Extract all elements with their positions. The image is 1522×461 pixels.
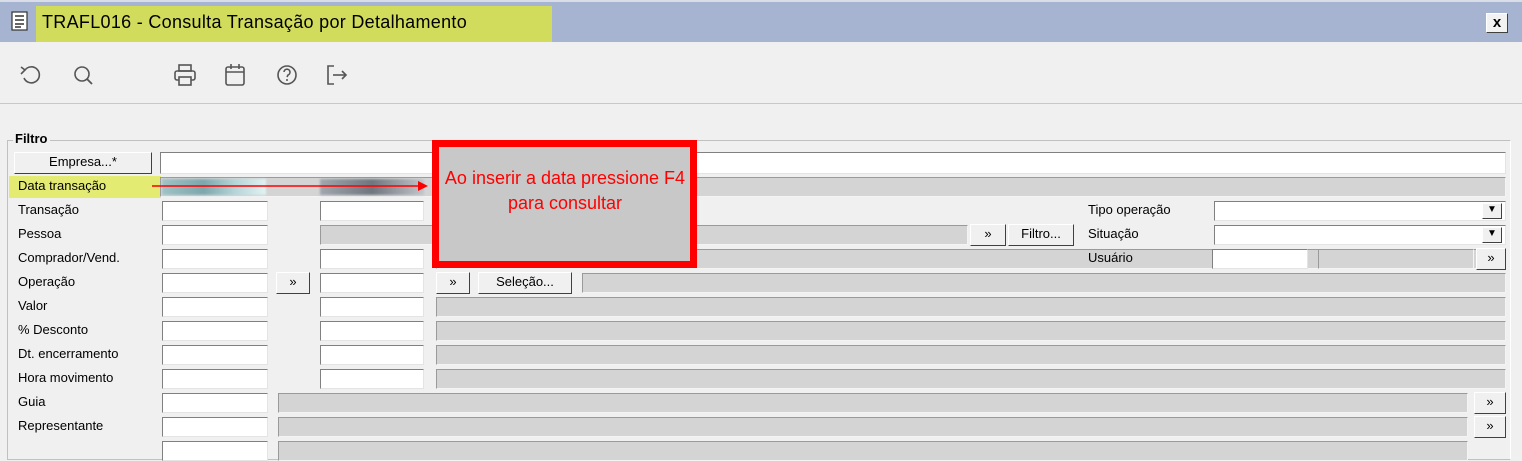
label-pessoa: Pessoa [18,226,62,241]
usuario-more-button[interactable]: » [1476,248,1506,270]
valor-from-input[interactable] [162,297,268,317]
representante-desc-field [278,417,1468,437]
guia-more-button[interactable]: » [1474,392,1506,414]
representante-more-button[interactable]: » [1474,416,1506,438]
close-button[interactable]: x [1486,13,1508,33]
hora-desc-field [436,369,1506,389]
label-valor: Valor [18,298,48,313]
operacao-from-input[interactable] [162,273,268,293]
pessoa-more-button[interactable]: » [970,224,1006,246]
calendar-icon[interactable] [222,62,248,88]
transacao-from-input[interactable] [162,201,268,221]
filtro-button[interactable]: Filtro... [1008,224,1074,246]
desconto-from-input[interactable] [162,321,268,341]
help-icon[interactable] [274,62,300,88]
label-representante: Representante [18,418,104,433]
transacao-to-input[interactable] [320,201,424,221]
annotation-text: Ao inserir a data pressione F4 para cons… [444,168,686,213]
window-title: TRAFL016 - Consulta Transação por Detalh… [42,12,468,32]
selecao-button[interactable]: Seleção... [478,272,572,294]
label-desconto: % Desconto [18,322,89,337]
print-icon[interactable] [172,62,198,88]
desconto-to-input[interactable] [320,321,424,341]
operacao-more-button[interactable]: » [276,272,310,294]
annotation-arrow [152,181,428,191]
empresa-button[interactable]: Empresa...* [14,152,152,174]
representante-input[interactable] [162,417,268,437]
exit-icon[interactable] [324,62,350,88]
desconto-desc-field [436,321,1506,341]
operacao-to-input[interactable] [320,273,424,293]
label-comprador: Comprador/Vend. [18,250,120,265]
filter-legend: Filtro [13,131,50,146]
usuario-name-field [1318,249,1474,269]
guia-desc-field [278,393,1468,413]
document-icon [11,11,29,31]
empresa-input[interactable] [160,152,1506,174]
label-transacao: Transação [18,202,79,217]
tipo-operacao-select[interactable] [1214,201,1506,221]
undo-icon[interactable] [18,62,44,88]
pessoa-from-input[interactable] [162,225,268,245]
tipo-operacao-dropdown[interactable]: ▼ [1482,203,1502,219]
label-hora-movimento: Hora movimento [18,370,114,385]
dt-encerramento-from-input[interactable] [162,345,268,365]
search-icon[interactable] [70,62,96,88]
label-operacao: Operação [18,274,76,289]
label-dt-encerramento: Dt. encerramento [18,346,119,361]
hora-movimento-to-input[interactable] [320,369,424,389]
comprador-from-input[interactable] [162,249,268,269]
situacao-select[interactable] [1214,225,1506,245]
label-guia: Guia [18,394,46,409]
operacao-desc-field [582,273,1506,293]
guia-input[interactable] [162,393,268,413]
valor-to-input[interactable] [320,297,424,317]
encerramento-desc-field [436,345,1506,365]
usuario-input[interactable] [1212,249,1308,269]
extra-desc-field [278,441,1468,461]
label-data-transacao: Data transação [18,178,107,193]
label-tipo-operacao: Tipo operação [1088,202,1171,217]
hora-movimento-from-input[interactable] [162,369,268,389]
dt-encerramento-to-input[interactable] [320,345,424,365]
valor-desc-field [436,297,1506,317]
operacao-to-more-button[interactable]: » [436,272,470,294]
situacao-dropdown[interactable]: ▼ [1482,227,1502,243]
label-situacao: Situação [1088,226,1139,241]
label-usuario: Usuário [1088,250,1133,265]
comprador-to-input[interactable] [320,249,424,269]
extra-input[interactable] [162,441,268,461]
